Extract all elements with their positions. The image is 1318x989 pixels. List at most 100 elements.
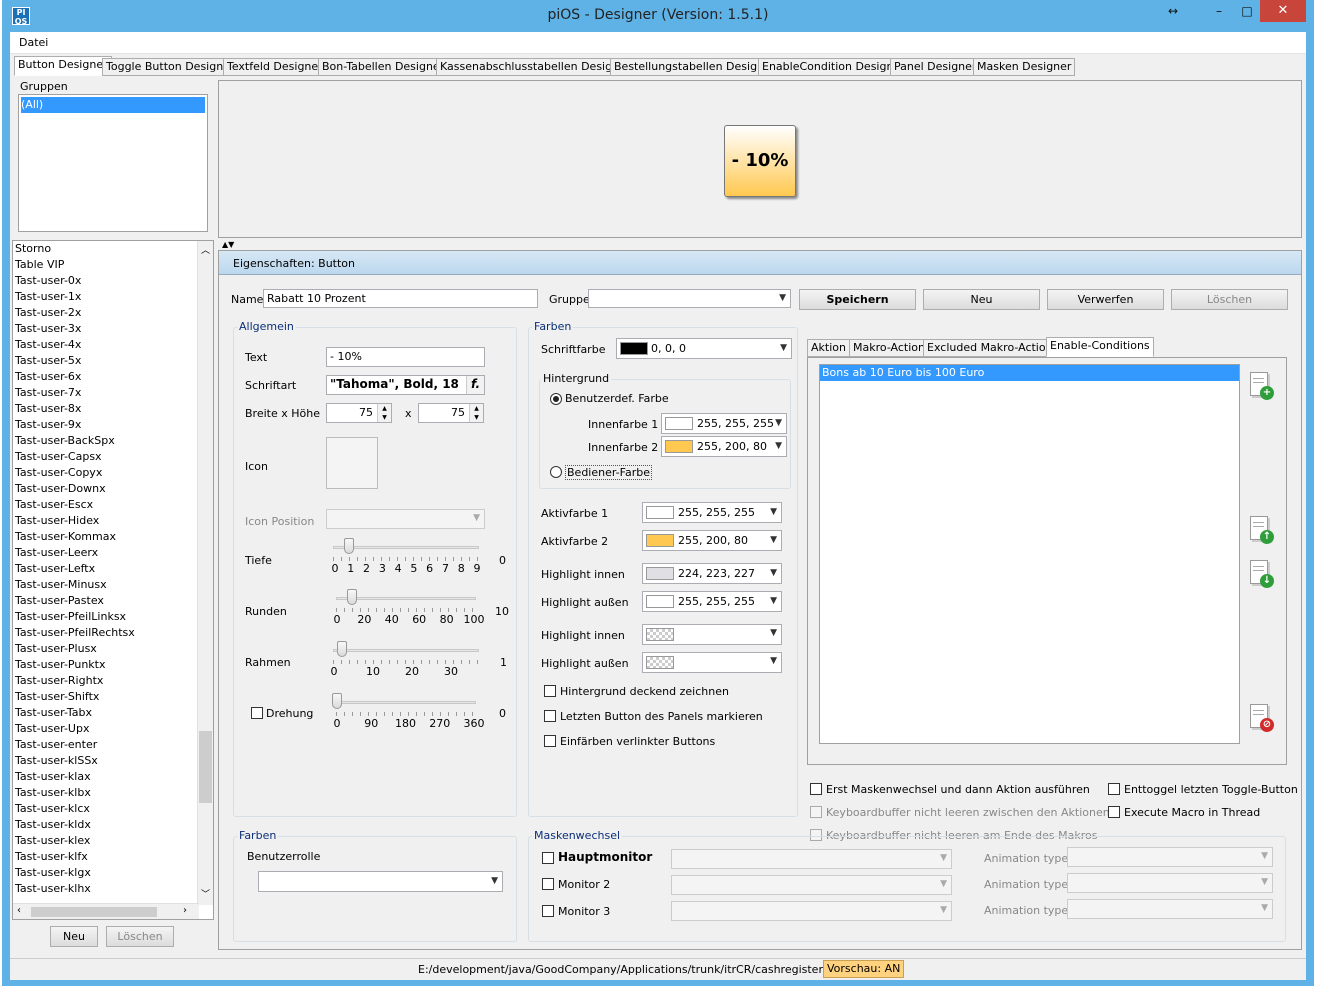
benutzerrolle-select[interactable]: ▼ [258, 871, 503, 892]
verwerfen-button[interactable]: Verwerfen [1047, 289, 1164, 310]
button-list-item[interactable]: Tast-user-Hidex [15, 513, 99, 529]
button-list-item[interactable]: Tast-user-Upx [15, 721, 89, 737]
breite-spinner[interactable]: 75 ▲ ▼ [326, 403, 392, 423]
button-list-item[interactable]: Tast-user-4x [15, 337, 81, 353]
hscroll-thumb[interactable] [31, 907, 157, 917]
scroll-right-icon[interactable]: › [183, 905, 187, 916]
highlight-aussen1-select[interactable]: 255, 255, 255 ▼ [642, 591, 782, 612]
animation-type-select-3[interactable]: ▼ [1067, 899, 1273, 919]
button-list-item[interactable]: Tast-user-klfx [15, 849, 88, 865]
button-list-item[interactable]: Tast-user-Rightx [15, 673, 103, 689]
vorschau-badge[interactable]: Vorschau: AN [823, 960, 905, 978]
innenfarbe2-select[interactable]: 255, 200, 80 ▼ [661, 436, 787, 457]
button-list-item[interactable]: Tast-user-7x [15, 385, 81, 401]
button-list-item[interactable]: Tast-user-klcx [15, 801, 90, 817]
text-input[interactable]: - 10% [326, 347, 485, 367]
button-list-item[interactable]: Tast-user-Escx [15, 497, 93, 513]
tab-toggle-button-designer[interactable]: Toggle Button Designer [102, 58, 239, 76]
preview-button[interactable]: - 10% [724, 125, 796, 197]
button-list-item[interactable]: Tast-user-klhx [15, 881, 91, 897]
button-list-item[interactable]: Tast-user-klax [15, 769, 91, 785]
button-list-item[interactable]: Tast-user-Minusx [15, 577, 107, 593]
aktivfarbe2-select[interactable]: 255, 200, 80 ▼ [642, 530, 782, 551]
enttoggel-checkbox[interactable] [1108, 783, 1120, 795]
letzten-button-checkbox[interactable] [544, 710, 556, 722]
gruppe-select[interactable]: ▼ [588, 289, 791, 308]
maximize-button[interactable]: □ [1236, 0, 1258, 22]
button-list-item[interactable]: Tast-user-klex [15, 833, 90, 849]
monitor3-checkbox[interactable] [542, 905, 554, 917]
tab-enable-conditions[interactable]: Enable-Conditions [1046, 337, 1154, 357]
scroll-down-icon[interactable]: ﹀ [201, 887, 210, 900]
scroll-up-icon[interactable]: ︿ [201, 243, 210, 256]
loeschen-button[interactable]: Löschen [1171, 289, 1288, 310]
button-list-item[interactable]: Tast-user-Leerx [15, 545, 98, 561]
button-list-item[interactable]: Tast-user-BackSpx [15, 433, 115, 449]
vertical-scrollbar[interactable]: ︿ ﹀ [197, 241, 213, 905]
neu-button[interactable]: Neu [923, 289, 1040, 310]
scroll-left-icon[interactable]: ‹ [17, 905, 21, 916]
highlight-innen1-select[interactable]: 224, 223, 227 ▼ [642, 563, 782, 584]
drehung-slider[interactable] [332, 693, 342, 709]
bediener-radio[interactable] [550, 466, 562, 478]
move-down-icon[interactable]: ↓ [1248, 560, 1274, 590]
button-list-item[interactable]: Tast-user-Capsx [15, 449, 102, 465]
button-list-item[interactable]: Tast-user-Shiftx [15, 689, 99, 705]
button-list-item[interactable]: Tast-user-PfeilLinksx [15, 609, 126, 625]
button-list-item[interactable]: Tast-user-3x [15, 321, 81, 337]
button-list-item[interactable]: Tast-user-1x [15, 289, 81, 305]
button-list-item[interactable]: Tast-user-Pastex [15, 593, 104, 609]
innenfarbe1-select[interactable]: 255, 255, 255 ▼ [661, 413, 787, 434]
close-button[interactable]: ✕ [1260, 0, 1306, 22]
hintergrund-deckend-checkbox[interactable] [544, 685, 556, 697]
monitor2-select[interactable]: ▼ [671, 875, 952, 895]
schriftart-field[interactable]: "Tahoma", Bold, 18 f. [326, 375, 485, 395]
condition-item[interactable]: Bons ab 10 Euro bis 100 Euro [820, 365, 1239, 381]
button-list-item[interactable]: Tast-user-kldx [15, 817, 91, 833]
tab-bestellungstabellen-designer[interactable]: Bestellungstabellen Designer [610, 58, 780, 76]
button-list-item[interactable]: Tast-user-klgx [15, 865, 91, 881]
drehung-checkbox[interactable] [251, 707, 263, 719]
tiefe-track[interactable] [333, 546, 479, 549]
font-chooser-button[interactable]: f. [466, 376, 484, 394]
hoehe-spinner[interactable]: 75 ▲ ▼ [418, 403, 484, 423]
name-input[interactable]: Rabatt 10 Prozent [263, 289, 538, 308]
minimize-button[interactable]: – [1208, 0, 1230, 22]
hauptmonitor-checkbox[interactable] [542, 852, 554, 864]
move-up-icon[interactable]: ↑ [1248, 516, 1274, 546]
button-list-item[interactable]: Storno [15, 241, 51, 257]
button-list-item[interactable]: Tast-user-Plusx [15, 641, 97, 657]
speichern-button[interactable]: Speichern [799, 289, 916, 310]
highlight-aussen2-select[interactable]: ▼ [642, 652, 782, 673]
menu-datei[interactable]: Datei [19, 36, 48, 49]
button-list-item[interactable]: Tast-user-2x [15, 305, 81, 321]
button-list-item[interactable]: Tast-user-PfeilRechtsx [15, 625, 135, 641]
resize-icon[interactable]: ↔ [1162, 0, 1184, 22]
delete-condition-icon[interactable]: ⊘ [1248, 704, 1274, 734]
icon-picker[interactable] [326, 437, 378, 489]
execute-thread-checkbox[interactable] [1108, 806, 1120, 818]
tiefe-slider[interactable] [344, 538, 354, 554]
tab-bon-tabellen-designer[interactable]: Bon-Tabellen Designer [318, 58, 449, 76]
left-neu-button[interactable]: Neu [50, 926, 98, 947]
add-condition-icon[interactable]: + [1248, 372, 1274, 402]
tab-kassenabschlusstabellen-designer[interactable]: Kassenabschlusstabellen Designer [436, 58, 635, 76]
button-list-item[interactable]: Tast-user-klSSx [15, 753, 98, 769]
button-list-item[interactable]: Tast-user-6x [15, 369, 81, 385]
aktivfarbe1-select[interactable]: 255, 255, 255 ▼ [642, 502, 782, 523]
button-list-item[interactable]: Tast-user-Tabx [15, 705, 92, 721]
schriftfarbe-select[interactable]: 0, 0, 0 ▼ [616, 338, 792, 359]
button-list-item[interactable]: Tast-user-8x [15, 401, 81, 417]
button-list-item[interactable]: Tast-user-Punktx [15, 657, 106, 673]
monitor3-select[interactable]: ▼ [671, 901, 952, 921]
button-list-item[interactable]: Table VIP [15, 257, 64, 273]
highlight-innen2-select[interactable]: ▼ [642, 624, 782, 645]
spinner-arrows-icon[interactable]: ▲ ▼ [469, 404, 483, 422]
rahmen-slider[interactable] [337, 641, 347, 657]
tab-enablecondition-designer[interactable]: EnableCondition Designer [758, 58, 909, 76]
kb-zwischen-checkbox[interactable] [810, 806, 822, 818]
animation-type-select-1[interactable]: ▼ [1067, 847, 1273, 867]
tab-excluded-makro-actions[interactable]: Excluded Makro-Actions [923, 339, 1063, 357]
splitter-arrows-icon[interactable]: ▲▼ [222, 240, 234, 249]
button-list-item[interactable]: Tast-user-Leftx [15, 561, 95, 577]
